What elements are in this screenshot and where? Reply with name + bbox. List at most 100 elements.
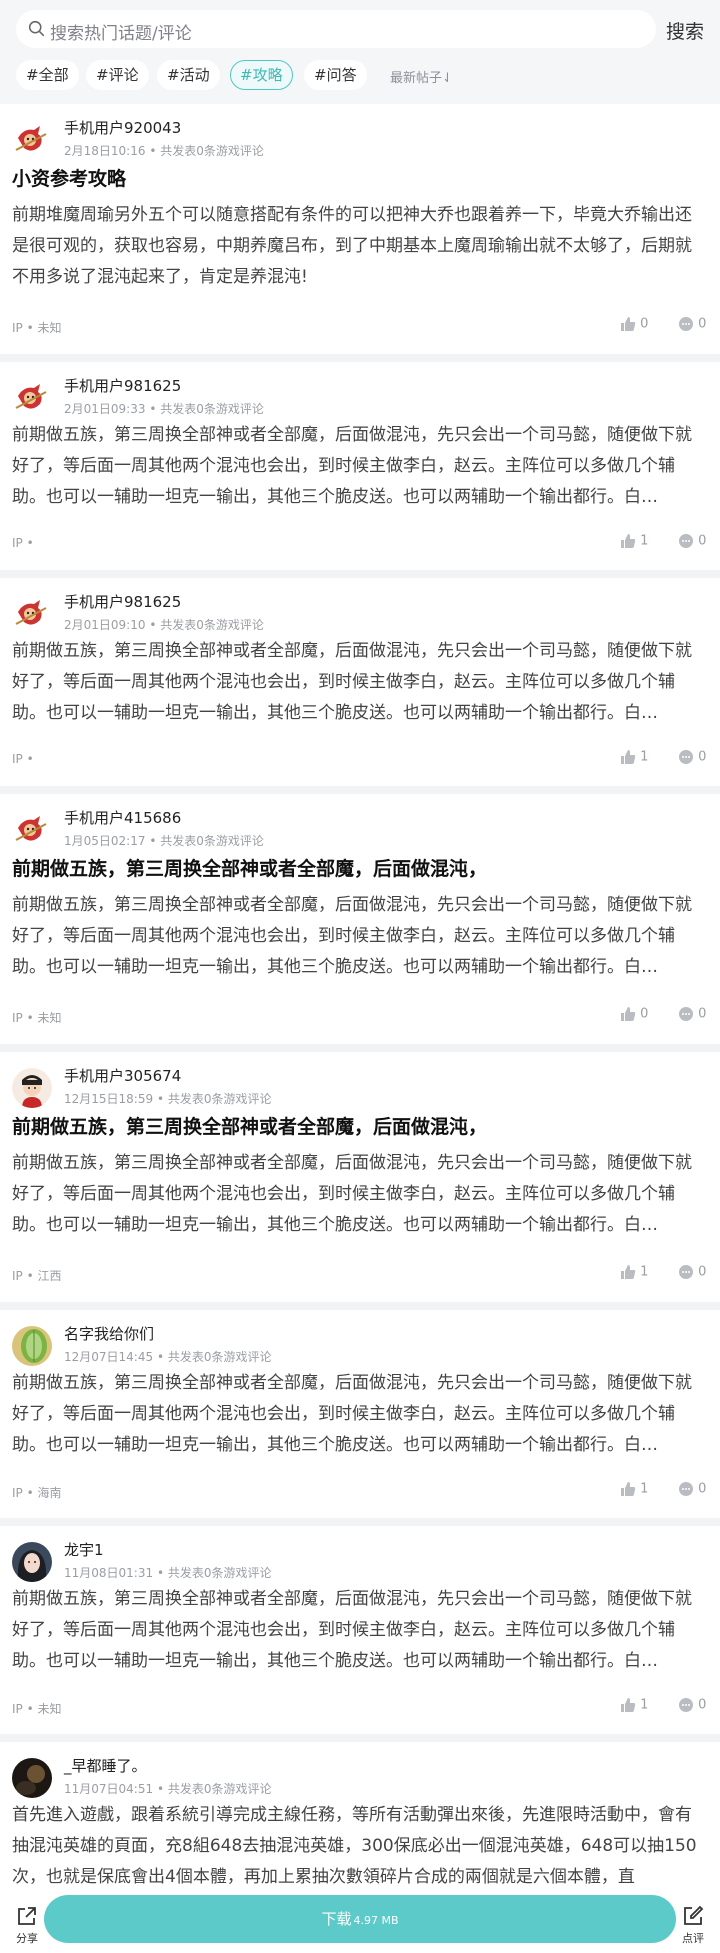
download-size: 4.97 MB xyxy=(353,1914,399,1927)
comment-button[interactable]: 0 xyxy=(678,1264,706,1280)
username[interactable]: _早都睡了。 xyxy=(64,1755,147,1776)
share-icon xyxy=(18,1907,36,1925)
review-count: • 共发表0条游戏评论 xyxy=(149,618,264,632)
username[interactable]: 手机用户981625 xyxy=(64,591,181,612)
post-time: 2月18日10:16 xyxy=(64,144,146,158)
post-title: 前期做五族，第三周换全部神或者全部魔，后面做混沌， xyxy=(12,858,488,880)
like-button[interactable]: 1 xyxy=(620,533,648,549)
post-time: 11月08日01:31 xyxy=(64,1566,154,1580)
like-button[interactable]: 0 xyxy=(620,316,648,332)
share-label: 分享 xyxy=(16,1932,38,1945)
comment-count: 0 xyxy=(698,1697,707,1713)
post-time: 12月15日18:59 xyxy=(64,1092,154,1106)
post-card[interactable]: 手机用户920043 2月18日10:16 • 共发表0条游戏评论 小资参考攻略… xyxy=(0,104,720,354)
share-button[interactable]: 分享 xyxy=(12,1905,42,1946)
post-card[interactable]: 手机用户305674 12月15日18:59 • 共发表0条游戏评论 前期做五族… xyxy=(0,1052,720,1302)
thumbs-up-icon xyxy=(621,317,636,331)
post-card[interactable]: 名字我给你们 12月07日14:45 • 共发表0条游戏评论 前期做五族，第三周… xyxy=(0,1310,720,1518)
comment-count: 0 xyxy=(698,749,707,765)
comment-button[interactable]: 0 xyxy=(678,749,706,765)
like-button[interactable]: 1 xyxy=(620,1481,648,1497)
thumbs-up-icon xyxy=(621,750,636,764)
username[interactable]: 手机用户981625 xyxy=(64,375,181,396)
tab-all[interactable]: #全部 xyxy=(16,60,79,90)
comment-button[interactable]: 0 xyxy=(678,1697,706,1713)
bottom-bar: 分享 下载 4.97 MB 点评 xyxy=(0,1891,720,1953)
avatar[interactable] xyxy=(12,1326,52,1366)
username[interactable]: 手机用户415686 xyxy=(64,807,181,828)
sort-dropdown[interactable]: 最新帖子⇃ xyxy=(390,67,453,86)
username[interactable]: 手机用户920043 xyxy=(64,117,181,138)
ip-location: IP • xyxy=(12,752,34,766)
tab-guide[interactable]: #攻略 xyxy=(230,60,293,90)
post-time: 11月07日04:51 xyxy=(64,1782,154,1796)
comment-count: 0 xyxy=(698,1006,707,1022)
ip-location: IP • 海南 xyxy=(12,1486,62,1500)
post-meta: 2月01日09:33 • 共发表0条游戏评论 xyxy=(64,400,264,417)
comment-button[interactable]: 0 xyxy=(678,1481,706,1497)
search-button[interactable]: 搜索 xyxy=(666,17,704,44)
post-card[interactable]: 手机用户981625 2月01日09:10 • 共发表0条游戏评论 前期做五族，… xyxy=(0,578,720,786)
post-title: 小资参考攻略 xyxy=(12,168,127,190)
like-count: 0 xyxy=(640,1006,649,1022)
comment-icon xyxy=(679,317,693,331)
review-button[interactable]: 点评 xyxy=(678,1905,708,1946)
post-meta: 2月18日10:16 • 共发表0条游戏评论 xyxy=(64,142,264,159)
username[interactable]: 名字我给你们 xyxy=(64,1323,154,1344)
monkey-king-avatar-icon xyxy=(12,810,52,850)
like-button[interactable]: 1 xyxy=(620,1697,648,1713)
comment-button[interactable]: 0 xyxy=(678,533,706,549)
comment-count: 0 xyxy=(698,316,707,332)
post-body: 前期做五族，第三周换全部神或者全部魔，后面做混沌，先只会出一个司马懿，随便做下就… xyxy=(12,1373,692,1455)
monkey-king-avatar-icon xyxy=(12,378,52,418)
tab-qa[interactable]: #问答 xyxy=(304,60,367,90)
ip-location: IP • 江西 xyxy=(12,1269,62,1283)
avatar[interactable] xyxy=(12,1758,52,1798)
avatar[interactable] xyxy=(12,378,52,418)
avatar[interactable] xyxy=(12,810,52,850)
post-time: 2月01日09:10 xyxy=(64,618,146,632)
username[interactable]: 龙宇1 xyxy=(64,1539,104,1560)
post-card[interactable]: 手机用户415686 1月05日02:17 • 共发表0条游戏评论 前期做五族，… xyxy=(0,794,720,1044)
download-label: 下载 xyxy=(321,1910,352,1928)
post-body: 前期做五族，第三周换全部神或者全部魔，后面做混沌，先只会出一个司马懿，随便做下就… xyxy=(12,641,692,723)
like-button[interactable]: 1 xyxy=(620,1264,648,1280)
post-card[interactable]: 龙宇1 11月08日01:31 • 共发表0条游戏评论 前期做五族，第三周换全部… xyxy=(0,1526,720,1734)
like-count: 0 xyxy=(640,316,649,332)
like-button[interactable]: 1 xyxy=(620,749,648,765)
post-meta: 11月07日04:51 • 共发表0条游戏评论 xyxy=(64,1780,271,1797)
avatar[interactable] xyxy=(12,1068,52,1108)
thumbs-up-icon xyxy=(621,1698,636,1712)
post-body: 前期堆魔周瑜另外五个可以随意搭配有条件的可以把神大乔也跟着养一下，毕竟大乔输出还… xyxy=(12,205,692,287)
ip-location: IP • 未知 xyxy=(12,1011,62,1025)
like-count: 1 xyxy=(640,1697,649,1713)
tab-review[interactable]: #评论 xyxy=(86,60,149,90)
comment-button[interactable]: 0 xyxy=(678,316,706,332)
avatar[interactable] xyxy=(12,1542,52,1582)
comment-button[interactable]: 0 xyxy=(678,1006,706,1022)
comment-count: 0 xyxy=(698,1264,707,1280)
review-count: • 共发表0条游戏评论 xyxy=(149,144,264,158)
tab-activity[interactable]: #活动 xyxy=(157,60,220,90)
review-count: • 共发表0条游戏评论 xyxy=(149,402,264,416)
search-input[interactable]: 搜索热门话题/评论 xyxy=(16,10,656,48)
review-label: 点评 xyxy=(682,1932,704,1945)
search-placeholder: 搜索热门话题/评论 xyxy=(50,24,192,44)
post-body: 前期做五族，第三周换全部神或者全部魔，后面做混沌，先只会出一个司马懿，随便做下就… xyxy=(12,1589,692,1671)
monkey-king-avatar-icon xyxy=(12,594,52,634)
avatar[interactable] xyxy=(12,594,52,634)
comment-icon xyxy=(679,1007,693,1021)
like-count: 1 xyxy=(640,1481,649,1497)
post-time: 2月01日09:33 xyxy=(64,402,146,416)
username[interactable]: 手机用户305674 xyxy=(64,1065,181,1086)
comment-icon xyxy=(679,534,693,548)
review-count: • 共发表0条游戏评论 xyxy=(156,1566,272,1580)
edit-icon xyxy=(684,1905,704,1925)
like-button[interactable]: 0 xyxy=(620,1006,648,1022)
post-card[interactable]: 手机用户981625 2月01日09:33 • 共发表0条游戏评论 前期做五族，… xyxy=(0,362,720,570)
avatar[interactable] xyxy=(12,120,52,160)
download-button[interactable]: 下载 4.97 MB xyxy=(44,1895,676,1943)
thumbs-up-icon xyxy=(621,1007,636,1021)
post-title: 前期做五族，第三周换全部神或者全部魔，后面做混沌， xyxy=(12,1116,488,1138)
search-row: 搜索热门话题/评论 搜索 xyxy=(16,10,704,48)
